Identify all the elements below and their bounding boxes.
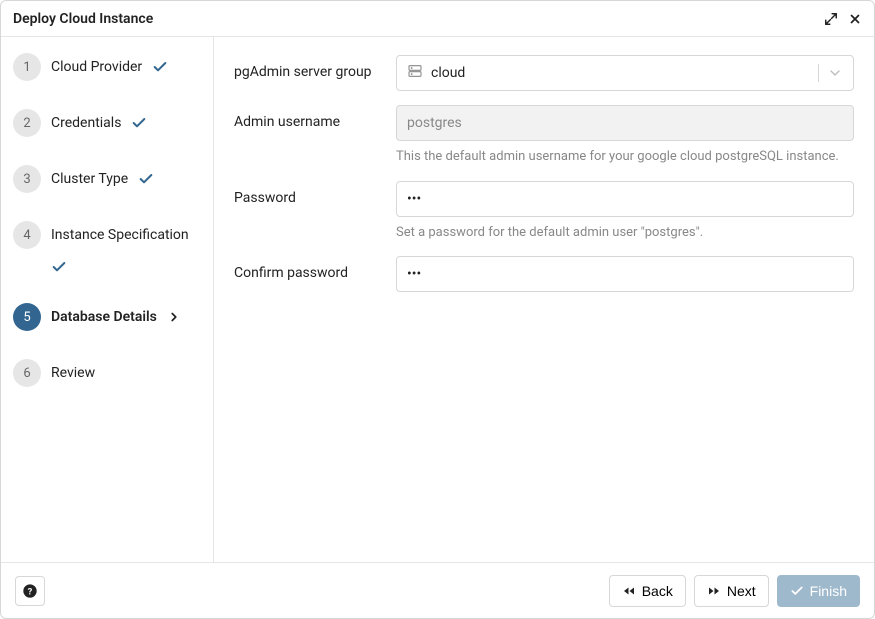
field-label: Password <box>234 181 396 206</box>
svg-text:?: ? <box>28 586 33 597</box>
step-number: 1 <box>13 53 41 81</box>
step-instance-specification[interactable]: 4 Instance Specification <box>13 221 201 275</box>
field-label: Confirm password <box>234 256 396 281</box>
admin-username-input[interactable] <box>396 105 854 141</box>
step-review[interactable]: 6 Review <box>13 359 201 387</box>
back-label: Back <box>642 583 673 599</box>
next-button[interactable]: Next <box>694 575 769 607</box>
close-icon[interactable] <box>848 12 862 26</box>
step-label: Database Details <box>51 309 157 325</box>
step-number: 6 <box>13 359 41 387</box>
step-cluster-type[interactable]: 3 Cluster Type <box>13 165 201 193</box>
help-button[interactable]: ? <box>15 576 45 606</box>
row-server-group: pgAdmin server group cloud <box>234 55 854 91</box>
field-label: Admin username <box>234 105 396 130</box>
check-icon <box>138 171 154 187</box>
chevron-right-icon <box>167 310 181 324</box>
step-number: 5 <box>13 303 41 331</box>
rewind-icon <box>622 585 636 597</box>
step-label: Cloud Provider <box>51 59 142 75</box>
wizard-steps-sidebar: 1 Cloud Provider 2 Credentials 3 Cluster… <box>1 37 214 562</box>
check-icon <box>152 59 168 75</box>
step-database-details[interactable]: 5 Database Details <box>13 303 201 331</box>
password-input[interactable] <box>396 181 854 217</box>
check-icon <box>790 584 804 598</box>
step-number: 4 <box>13 221 41 249</box>
step-label: Review <box>51 365 95 381</box>
row-password: Password Set a password for the default … <box>234 181 854 243</box>
chevron-down-icon <box>827 65 843 81</box>
finish-label: Finish <box>810 583 847 599</box>
check-icon <box>51 259 67 275</box>
dialog-footer: ? Back Next Finish <box>1 562 874 618</box>
admin-username-helper: This the default admin username for your… <box>396 147 854 167</box>
titlebar-actions <box>824 12 862 26</box>
password-helper: Set a password for the default admin use… <box>396 223 854 243</box>
step-number: 3 <box>13 165 41 193</box>
server-group-icon <box>407 63 423 83</box>
dialog-titlebar: Deploy Cloud Instance <box>1 1 874 37</box>
deploy-cloud-instance-dialog: Deploy Cloud Instance 1 Cloud Provider 2… <box>0 0 875 619</box>
back-button[interactable]: Back <box>609 575 686 607</box>
step-number: 2 <box>13 109 41 137</box>
step-label: Credentials <box>51 115 121 131</box>
forward-icon <box>707 585 721 597</box>
step-label: Instance Specification <box>51 227 189 243</box>
step-label: Cluster Type <box>51 171 128 187</box>
form-main: pgAdmin server group cloud Adm <box>214 37 874 562</box>
select-divider <box>818 64 819 82</box>
server-group-select[interactable]: cloud <box>396 55 854 91</box>
row-confirm-password: Confirm password <box>234 256 854 292</box>
dialog-title: Deploy Cloud Instance <box>13 11 153 27</box>
expand-icon[interactable] <box>824 12 838 26</box>
finish-button[interactable]: Finish <box>777 575 860 607</box>
row-admin-username: Admin username This the default admin us… <box>234 105 854 167</box>
check-icon <box>131 115 147 131</box>
server-group-value: cloud <box>431 65 810 81</box>
step-credentials[interactable]: 2 Credentials <box>13 109 201 137</box>
field-label: pgAdmin server group <box>234 55 396 80</box>
confirm-password-input[interactable] <box>396 256 854 292</box>
step-cloud-provider[interactable]: 1 Cloud Provider <box>13 53 201 81</box>
next-label: Next <box>727 583 756 599</box>
